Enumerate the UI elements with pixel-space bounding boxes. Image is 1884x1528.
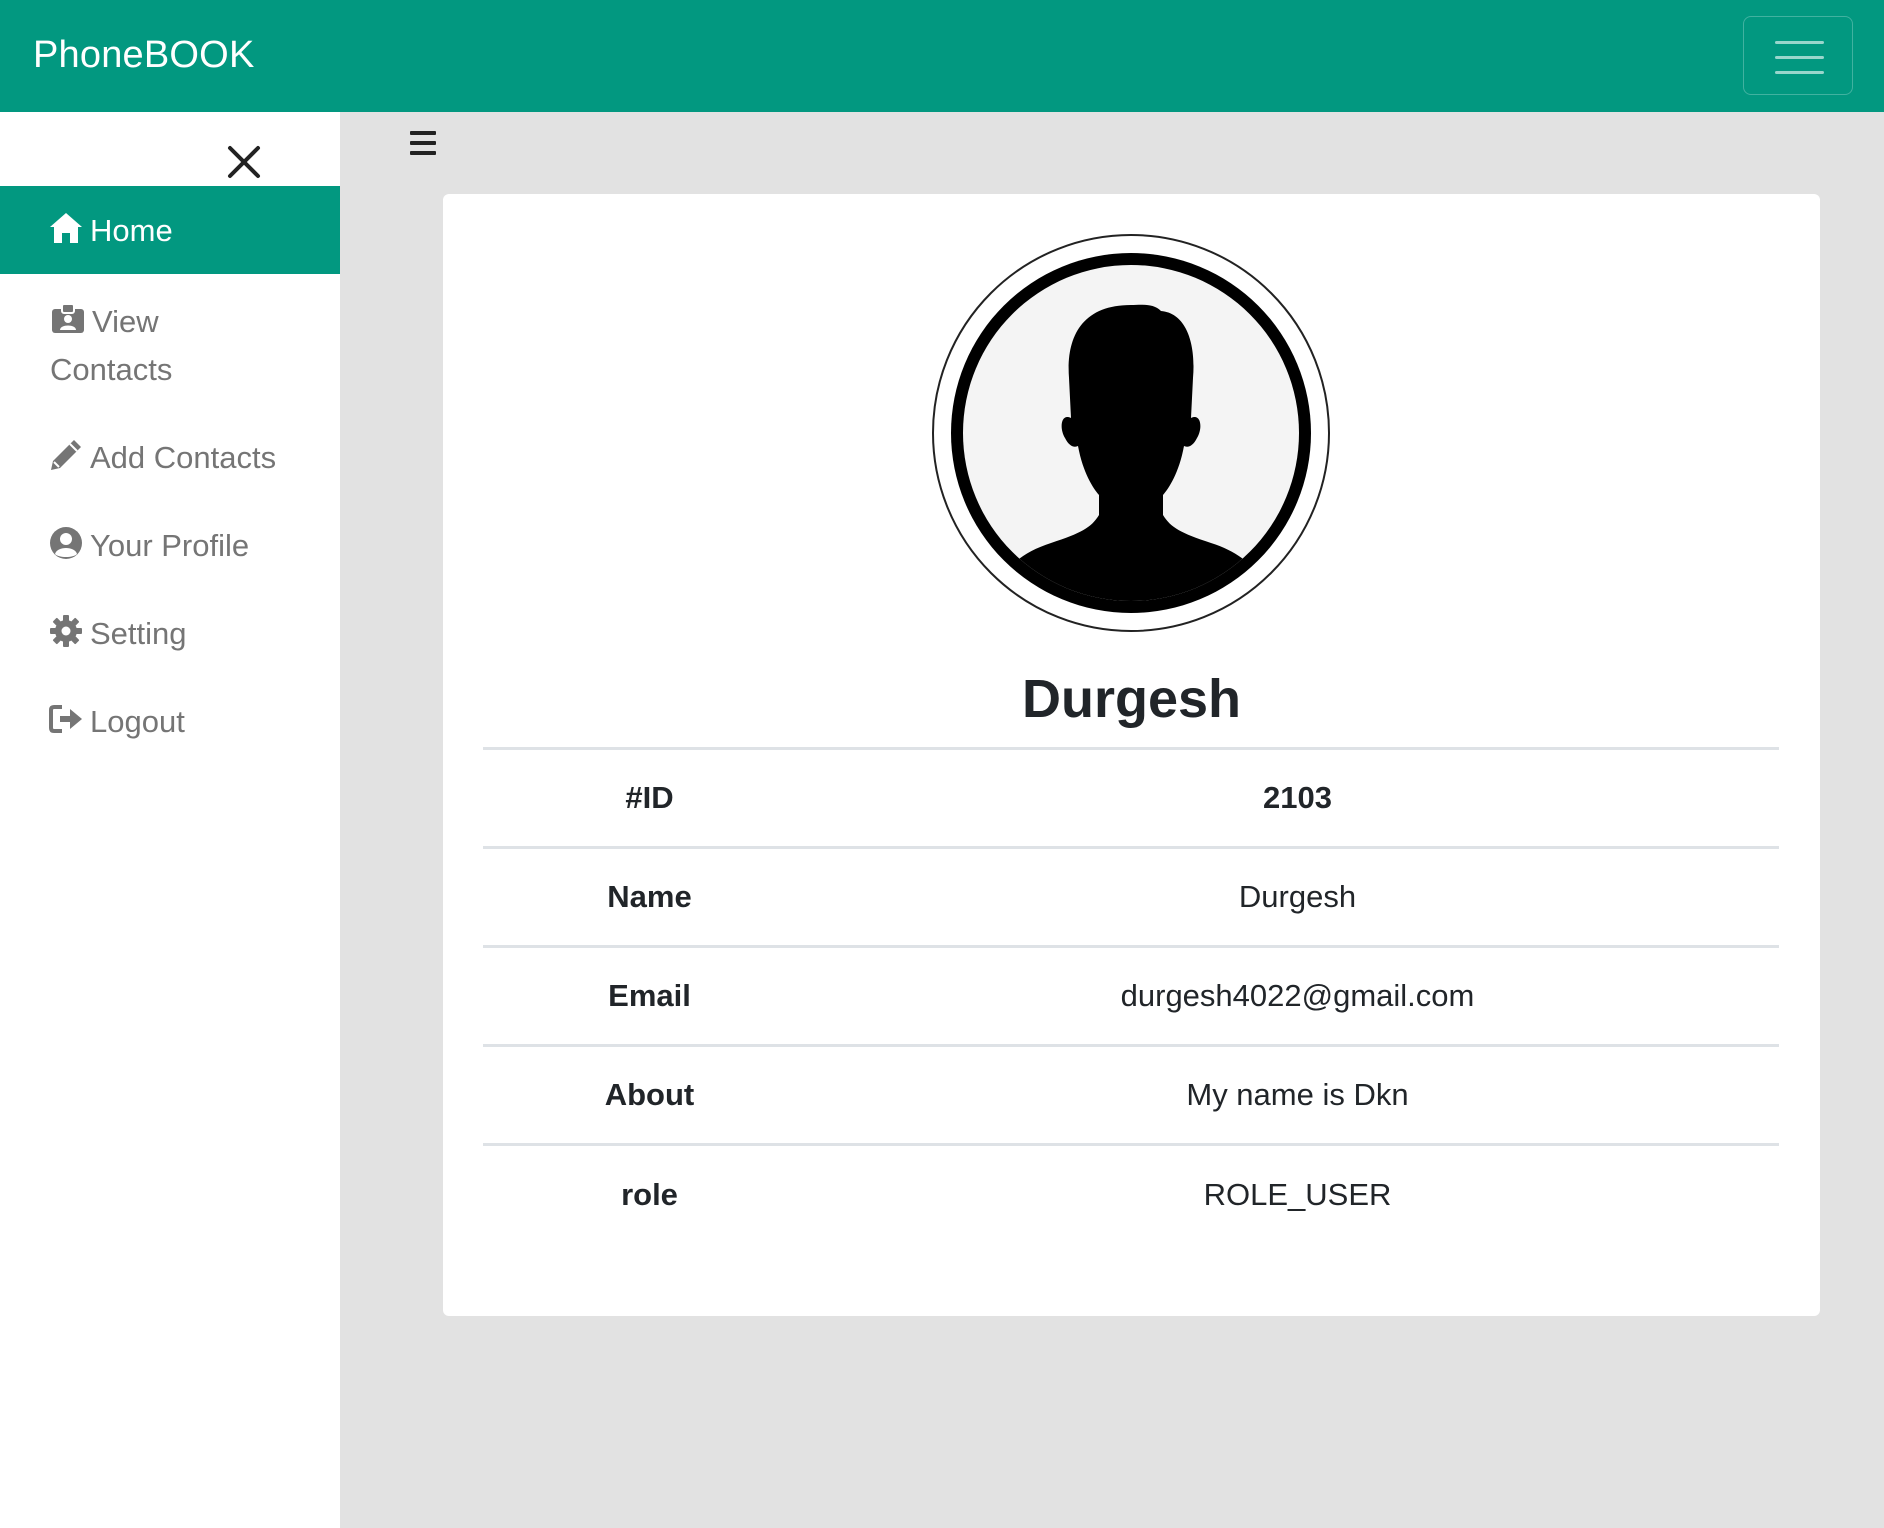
close-icon: [228, 146, 260, 178]
id-badge-icon: [50, 301, 86, 337]
gear-icon: [48, 613, 84, 649]
navbar-toggler-button[interactable]: [1743, 16, 1853, 95]
table-row: Email durgesh4022@gmail.com: [483, 946, 1779, 1046]
sidebar: Home View Contacts Add Contacts Your Pro…: [0, 112, 340, 1528]
hamburger-bar: [410, 141, 436, 145]
sidebar-item-label: Your Profile: [90, 528, 250, 563]
row-key: Email: [608, 978, 691, 1013]
row-value: 2103: [1263, 780, 1332, 815]
row-value: durgesh4022@gmail.com: [1120, 978, 1475, 1013]
profile-avatar: [931, 233, 1331, 633]
sidebar-item-label: Logout: [90, 704, 185, 739]
sidebar-item-label: Setting: [90, 616, 187, 651]
sidebar-item-view-contacts[interactable]: View Contacts: [0, 298, 340, 394]
sidebar-item-add-contacts[interactable]: Add Contacts: [0, 434, 340, 482]
row-key: role: [621, 1176, 678, 1212]
sidebar-item-home[interactable]: Home: [0, 186, 340, 274]
sidebar-item-label: View: [92, 304, 159, 339]
brand-logo-text[interactable]: PhoneBOOK: [33, 34, 255, 77]
sidebar-item-setting[interactable]: Setting: [0, 610, 340, 658]
hamburger-bar: [410, 151, 436, 155]
profile-name-heading: Durgesh: [1021, 669, 1242, 729]
sidebar-item-label: Contacts: [50, 352, 173, 387]
sidebar-item-label: Add Contacts: [90, 440, 277, 475]
sidebar-item-label: Home: [90, 213, 173, 248]
table-row: Name Durgesh: [483, 847, 1779, 947]
table-row: role ROLE_USER: [483, 1144, 1779, 1244]
toggler-bar: [1775, 56, 1824, 59]
toggler-bar: [1775, 71, 1824, 74]
home-icon: [48, 210, 84, 246]
user-silhouette-icon: [932, 234, 1330, 632]
profile-details-table: #ID 2103 Name Durgesh Email durgesh4022@…: [483, 747, 1779, 1244]
row-key: Name: [607, 879, 692, 914]
close-sidebar-button[interactable]: [222, 140, 266, 184]
sign-out-icon: [48, 701, 84, 737]
top-navbar: PhoneBOOK: [0, 0, 1884, 112]
row-value: ROLE_USER: [1203, 1176, 1392, 1212]
row-key: About: [604, 1077, 695, 1112]
row-value: Durgesh: [1238, 879, 1357, 914]
hamburger-bar: [410, 131, 436, 135]
table-row: About My name is Dkn: [483, 1045, 1779, 1145]
sidebar-item-logout[interactable]: Logout: [0, 698, 340, 746]
user-circle-icon: [48, 525, 84, 561]
row-value: My name is Dkn: [1186, 1077, 1409, 1112]
content-menu-toggle-button[interactable]: [408, 128, 438, 158]
toggler-bar: [1775, 41, 1824, 44]
row-key: #ID: [625, 780, 674, 815]
table-row: #ID 2103: [483, 748, 1779, 848]
pencil-icon: [48, 437, 84, 473]
sidebar-item-your-profile[interactable]: Your Profile: [0, 522, 340, 570]
